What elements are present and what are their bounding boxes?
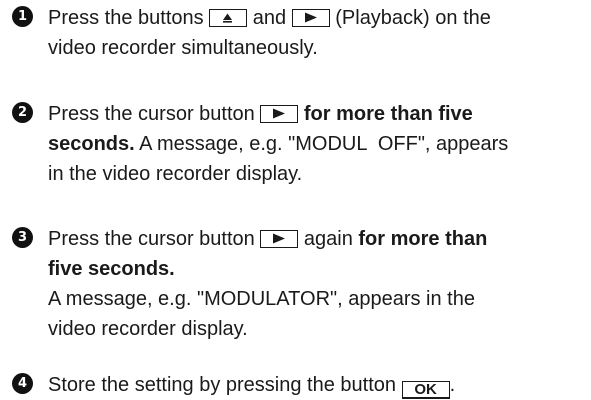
step-line: seconds. A message, e.g. "MODUL OFF", ap… (48, 129, 583, 159)
play-icon (304, 12, 317, 23)
text-segment: Store the setting by pressing the button (48, 374, 402, 396)
step-text: Press the cursor button for more than fi… (48, 99, 583, 189)
text-segment: (Playback) on the (329, 7, 491, 29)
eject-icon (223, 13, 233, 23)
ok-key: OK (401, 381, 450, 399)
emphasis-text: seconds. (48, 133, 135, 155)
text-segment: A message, e.g. "MODUL OFF", appears (134, 133, 509, 155)
step-line: five seconds. (48, 254, 583, 284)
text-segment: Press the buttons (48, 7, 210, 29)
text-segment: Press the cursor button (48, 103, 261, 125)
play-icon (273, 108, 286, 119)
text-segment: A message, e.g. "MODULATOR", appears in … (48, 288, 475, 310)
play-key-icon (291, 9, 330, 27)
emphasis-text: for more than five (298, 103, 473, 125)
instruction-list: 1 Press the buttons and (Playback) on th… (0, 0, 591, 400)
step-number-badge: 3 (12, 227, 33, 248)
text-segment: again (298, 228, 359, 250)
step-number-badge: 1 (12, 6, 33, 27)
step-line: A message, e.g. "MODULATOR", appears in … (48, 284, 583, 314)
emphasis-text: for more than (358, 228, 488, 250)
eject-key-icon (209, 9, 248, 27)
step-line: in the video recorder display. (48, 159, 583, 189)
step-line: video recorder display. (48, 314, 583, 344)
step-line: Press the buttons and (Playback) on the (48, 3, 583, 33)
step-line: Store the setting by pressing the button… (48, 370, 583, 400)
play-key-icon (260, 105, 299, 123)
text-segment: video recorder display. (48, 318, 248, 340)
play-key-icon (260, 230, 299, 248)
step-number-badge: 2 (12, 102, 33, 123)
text-segment: . (449, 374, 456, 396)
text-segment: and (247, 7, 292, 29)
step-line: video recorder simultaneously. (48, 33, 583, 63)
step-text: Store the setting by pressing the button… (48, 370, 583, 400)
step-line: Press the cursor button for more than fi… (48, 99, 583, 129)
play-icon (273, 233, 286, 244)
step-number-badge: 4 (12, 373, 33, 394)
step-line: Press the cursor button again for more t… (48, 224, 583, 254)
emphasis-text: five seconds. (48, 258, 175, 280)
step-text: Press the buttons and (Playback) on the … (48, 3, 583, 63)
step-text: Press the cursor button again for more t… (48, 224, 583, 344)
text-segment: in the video recorder display. (48, 163, 303, 185)
text-segment: Press the cursor button (48, 228, 261, 250)
text-segment: video recorder simultaneously. (48, 37, 318, 59)
